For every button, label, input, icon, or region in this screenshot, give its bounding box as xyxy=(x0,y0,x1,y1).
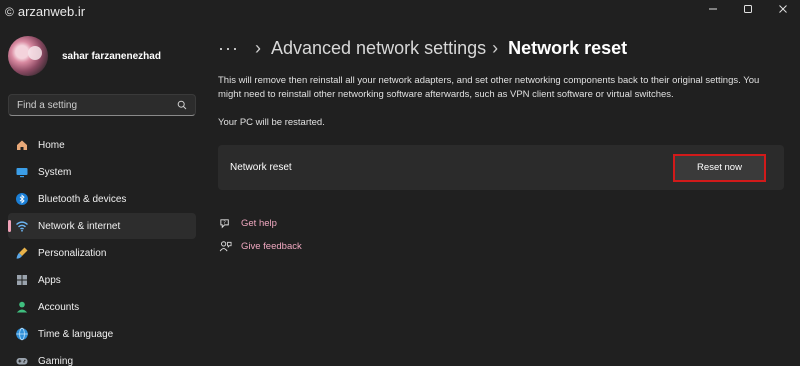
sidebar-item-network[interactable]: Network & internet xyxy=(8,213,196,239)
sidebar-item-time-language[interactable]: Time & language xyxy=(8,321,196,347)
feedback-icon xyxy=(218,239,232,253)
brush-icon xyxy=(15,246,29,260)
sidebar-nav: Home System Bluetooth & devices Network … xyxy=(8,132,196,366)
sidebar-item-label: Time & language xyxy=(38,328,114,340)
sidebar-item-home[interactable]: Home xyxy=(8,132,196,158)
maximize-icon xyxy=(743,5,752,13)
sidebar: sahar farzanenezhad Home System xyxy=(0,20,205,366)
accounts-icon xyxy=(15,300,29,314)
apps-icon xyxy=(15,273,29,287)
window-controls xyxy=(695,0,800,18)
minimize-button[interactable] xyxy=(695,0,730,18)
search-icon xyxy=(177,100,187,110)
sidebar-item-label: Network & internet xyxy=(38,220,121,232)
give-feedback-label: Give feedback xyxy=(241,240,302,252)
help-icon: ? xyxy=(218,216,232,230)
reset-description: This will remove then reinstall all your… xyxy=(218,75,760,100)
copyright-symbol: © xyxy=(5,4,14,19)
get-help-label: Get help xyxy=(241,217,277,229)
profile-name: sahar farzanenezhad xyxy=(62,50,161,62)
breadcrumb: ··· › Advanced network settings › Networ… xyxy=(218,38,627,59)
search-input[interactable] xyxy=(17,99,177,111)
get-help-link[interactable]: ? Get help xyxy=(218,213,302,233)
sidebar-item-label: Apps xyxy=(38,274,61,286)
breadcrumb-more-button[interactable]: ··· xyxy=(218,38,239,59)
avatar xyxy=(8,36,48,76)
home-icon xyxy=(15,138,29,152)
sidebar-item-label: Home xyxy=(38,139,65,151)
sidebar-item-apps[interactable]: Apps xyxy=(8,267,196,293)
reset-now-button[interactable]: Reset now xyxy=(673,153,766,182)
user-profile[interactable]: sahar farzanenezhad xyxy=(8,36,161,76)
sidebar-item-personalization[interactable]: Personalization xyxy=(8,240,196,266)
watermark-text: arzanweb.ir xyxy=(17,4,86,19)
gaming-icon xyxy=(15,354,29,366)
give-feedback-link[interactable]: Give feedback xyxy=(218,236,302,256)
close-button[interactable] xyxy=(765,0,800,18)
chevron-right-icon: › xyxy=(254,38,261,58)
globe-icon xyxy=(15,327,29,341)
settings-window: © arzanweb.ir sahar farzanenezhad Find a… xyxy=(0,0,800,366)
sidebar-item-label: System xyxy=(38,166,72,178)
sidebar-item-label: Bluetooth & devices xyxy=(38,193,127,205)
breadcrumb-parent-link[interactable]: Advanced network settings xyxy=(271,38,486,59)
maximize-button[interactable] xyxy=(730,0,765,18)
sidebar-item-label: Accounts xyxy=(38,301,80,313)
search-box[interactable] xyxy=(8,94,196,116)
close-icon xyxy=(778,5,787,13)
wifi-icon xyxy=(15,219,29,233)
page-title: Network reset xyxy=(508,38,628,58)
sidebar-item-accounts[interactable]: Accounts xyxy=(8,294,196,320)
chevron-right-icon: › xyxy=(492,38,499,58)
bluetooth-icon xyxy=(15,192,29,206)
main-content: ··· › Advanced network settings › Networ… xyxy=(218,20,788,366)
sidebar-item-system[interactable]: System xyxy=(8,159,196,185)
sidebar-item-gaming[interactable]: Gaming xyxy=(8,348,196,366)
minimize-icon xyxy=(708,8,717,10)
system-icon xyxy=(15,165,29,179)
watermark: © arzanweb.ir xyxy=(5,4,85,19)
card-label: Network reset xyxy=(230,162,292,173)
sidebar-item-bluetooth[interactable]: Bluetooth & devices xyxy=(8,186,196,212)
help-links: ? Get help Give feedback xyxy=(218,213,302,259)
network-reset-card: Network reset Reset now xyxy=(218,145,784,190)
sidebar-item-label: Personalization xyxy=(38,247,107,259)
title-bar: © arzanweb.ir xyxy=(0,0,800,20)
sidebar-item-label: Gaming xyxy=(38,355,74,366)
restart-note: Your PC will be restarted. xyxy=(218,117,325,128)
